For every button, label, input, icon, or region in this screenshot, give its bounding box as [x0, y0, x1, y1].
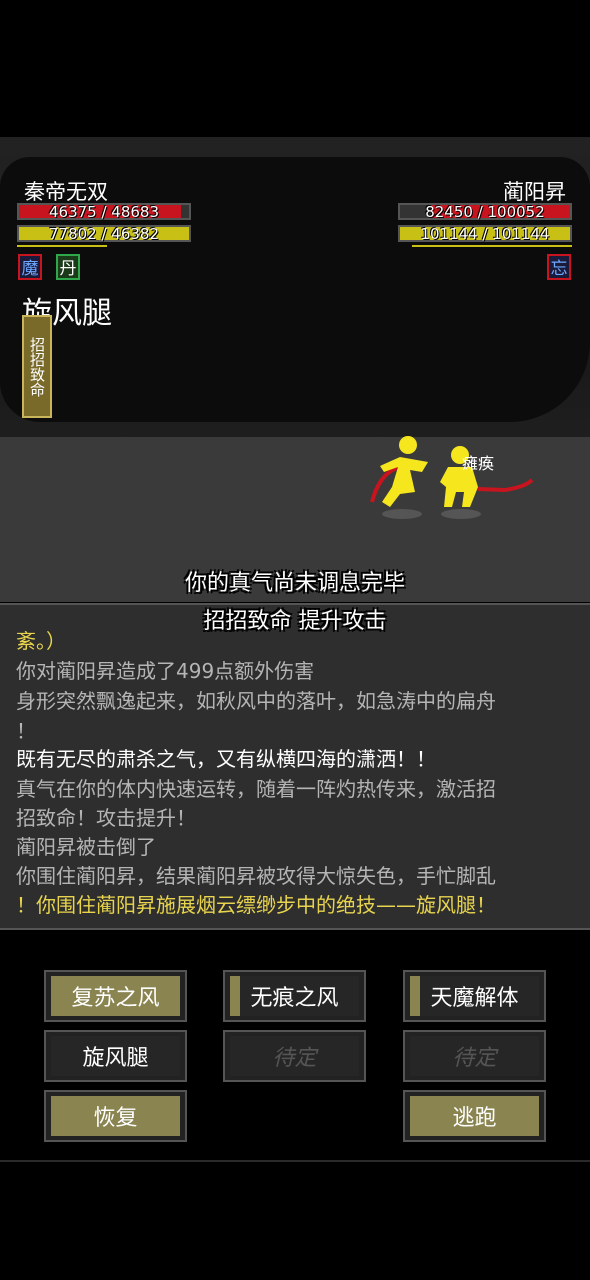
demon-badge[interactable]: 魔: [18, 254, 42, 280]
enemy-hp-bar: 82450 / 100052: [398, 203, 572, 221]
battle-log: 紊。） 你对蔺阳昇造成了499点额外伤害 身形突然飘逸起来，如秋风中的落叶，如急…: [0, 603, 590, 930]
log-line: 你对蔺阳昇造成了499点额外伤害: [16, 659, 315, 683]
enemy-charge-line: [412, 245, 572, 247]
enemy-hp-text: 82450 / 100052: [425, 203, 545, 221]
pill-badge[interactable]: 丹: [56, 254, 80, 280]
log-line: 招致命！攻击提升！: [16, 806, 196, 830]
demon-dissolve-button[interactable]: 天魔解体: [403, 970, 546, 1022]
message-buff: 招招致命 提升攻击: [203, 609, 387, 634]
button-label: 天魔解体: [430, 986, 519, 1011]
pending-slot-button[interactable]: 待定: [403, 1030, 546, 1082]
log-line: 真气在你的体内快速运转，随着一阵灼热传来，激活招: [16, 777, 496, 801]
pending-slot-button[interactable]: 待定: [223, 1030, 366, 1082]
bottom-divider: [0, 1160, 590, 1162]
button-label: 恢复: [93, 1106, 138, 1131]
revive-wind-button[interactable]: 复苏之风: [44, 970, 187, 1022]
player-hp-text: 46375 / 48683: [48, 203, 160, 221]
log-line: ！你围住蔺阳昇施展烟云缥缈步中的绝技——旋风腿！: [16, 893, 496, 917]
recover-button[interactable]: 恢复: [44, 1090, 187, 1142]
forget-badge[interactable]: 忘: [547, 254, 571, 280]
button-label: 待定: [452, 1046, 497, 1071]
fighters-sprite: [370, 436, 534, 519]
player-mp-bar: 77802 / 46382: [17, 225, 191, 243]
log-line: 你围住蔺阳昇，结果蔺阳昇被攻得大惊失色，手忙脚乱: [16, 864, 496, 888]
enemy-mp-text: 101144 / 101144: [420, 225, 550, 243]
enemy-mp-bar: 101144 / 101144: [398, 225, 572, 243]
button-label: 逃跑: [452, 1106, 497, 1131]
message-top: 你的真气尚未调息完毕: [184, 571, 405, 596]
log-line: 蔺阳昇被击倒了: [16, 835, 156, 859]
log-line: ！: [16, 719, 36, 743]
log-line: 身形突然飘逸起来，如秋风中的落叶，如急涛中的扁舟: [16, 689, 496, 713]
traceless-wind-button[interactable]: 无痕之风: [223, 970, 366, 1022]
enemy-name: 蔺阳昇: [503, 180, 566, 204]
button-label: 复苏之风: [71, 986, 160, 1011]
flee-button[interactable]: 逃跑: [403, 1090, 546, 1142]
button-label: 待定: [272, 1046, 317, 1071]
log-line: 既有无尽的肃杀之气，又有纵横四海的潇洒！！: [16, 747, 436, 771]
button-label: 旋风腿: [82, 1046, 149, 1071]
player-charge-line: [17, 245, 107, 247]
button-label: 无痕之风: [250, 986, 339, 1011]
buff-tag: 招招致命: [22, 315, 52, 418]
player-mp-text: 77802 / 46382: [48, 225, 160, 243]
enemy-status-label: 瘫痪: [462, 454, 495, 473]
player-hp-bar: 46375 / 48683: [17, 203, 191, 221]
player-name: 秦帝无双: [24, 180, 108, 204]
whirlwind-kick-button[interactable]: 旋风腿: [44, 1030, 187, 1082]
